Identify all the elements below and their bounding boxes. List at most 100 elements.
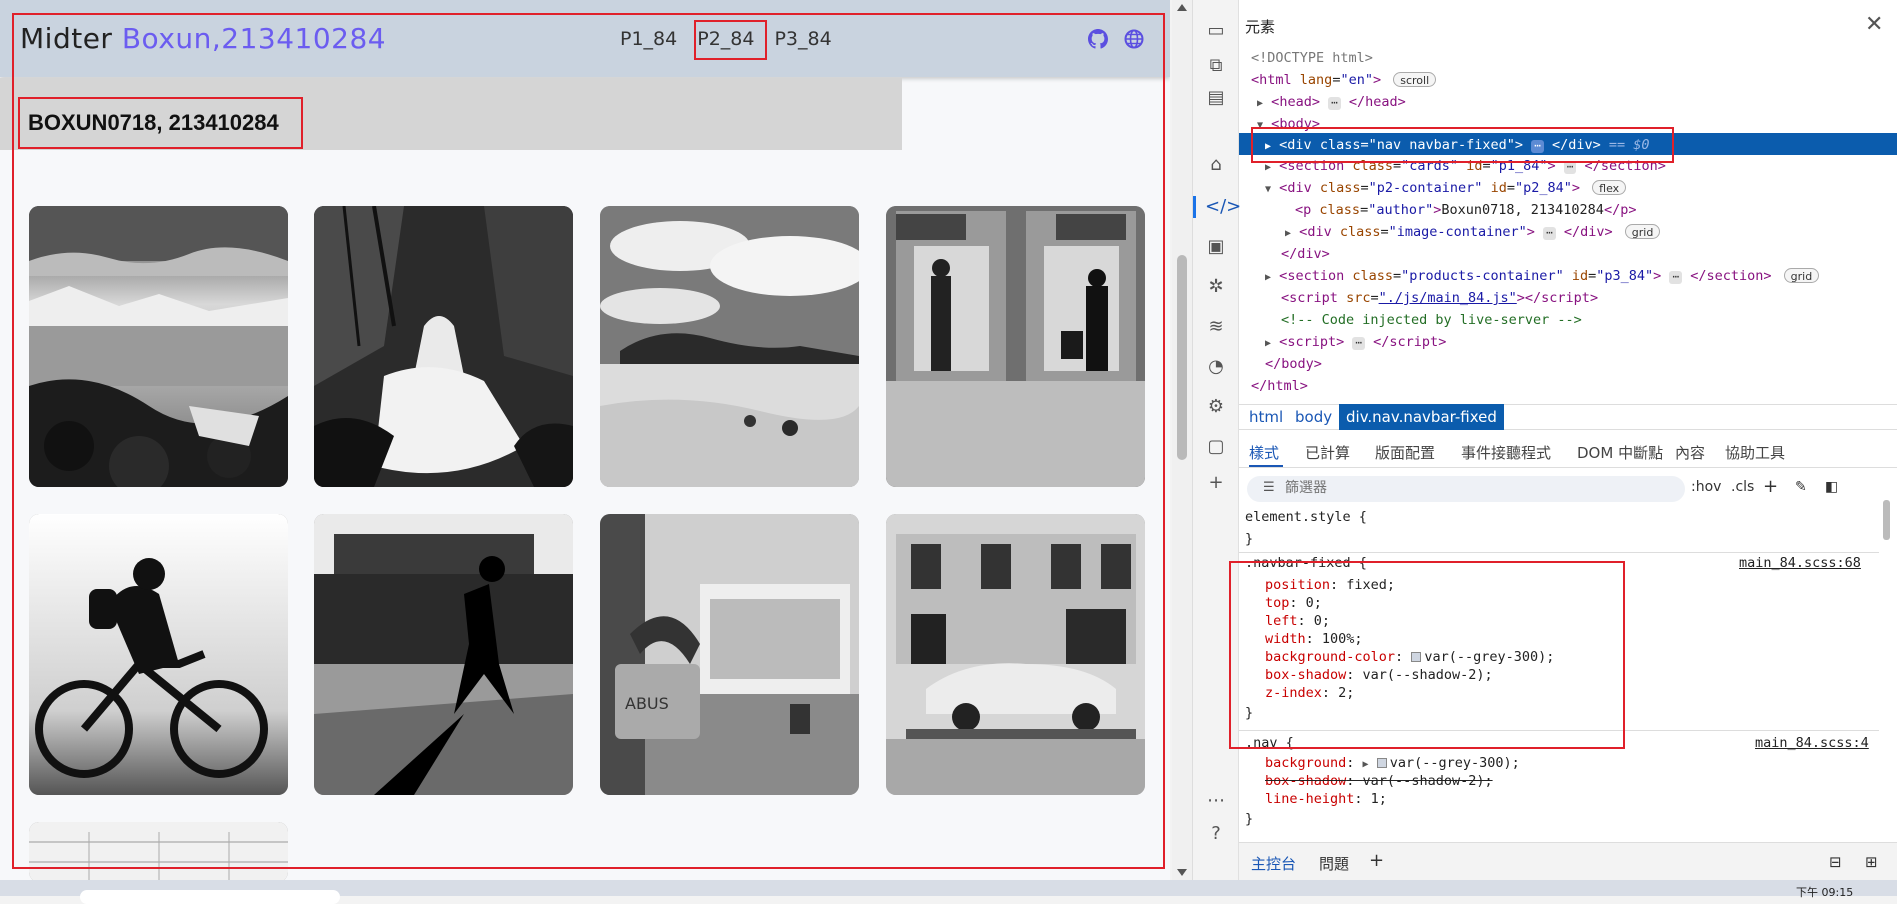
head-node[interactable]: ▶ <head> ⋯ </head>: [1257, 92, 1406, 113]
products-section-node[interactable]: ▶ <section class="products-container" id…: [1265, 266, 1820, 287]
page-scrollbar[interactable]: [1172, 0, 1192, 880]
network-wifi-icon[interactable]: ≋: [1205, 316, 1227, 338]
performance-icon[interactable]: ◔: [1205, 356, 1227, 378]
building-facade-photo[interactable]: [29, 822, 288, 880]
css-declaration[interactable]: left: 0;: [1265, 612, 1330, 630]
console-tool-icon[interactable]: ▣: [1205, 236, 1227, 258]
lake-ice-photo[interactable]: [29, 206, 288, 487]
nav-link-p3[interactable]: P3_84: [774, 28, 831, 50]
tab-event-listeners[interactable]: 事件接聽程式: [1461, 442, 1551, 463]
cyclist-silhouette-photo[interactable]: [29, 514, 288, 795]
tab-accessibility[interactable]: 協助工具: [1725, 442, 1785, 463]
cards-section-node[interactable]: ▶ <section class="cards" id="p1_84"> ⋯ <…: [1265, 156, 1666, 177]
ellipsis-badge[interactable]: ⋯: [1328, 97, 1341, 110]
grid-badge[interactable]: grid: [1624, 224, 1661, 239]
nav-selector[interactable]: .nav {: [1245, 734, 1294, 752]
color-swatch[interactable]: [1376, 758, 1387, 768]
undock-drawer-icon[interactable]: ⊞: [1865, 853, 1878, 871]
image-container-node[interactable]: ▶ <div class="image-container"> ⋯ </div>…: [1285, 222, 1661, 243]
walking-silhouette-photo[interactable]: [314, 514, 573, 795]
welcome-home-icon[interactable]: ⌂: [1205, 154, 1227, 176]
elevator-travelers-photo[interactable]: [886, 206, 1145, 487]
globe-icon[interactable]: [1124, 29, 1144, 49]
css-declaration[interactable]: z-index: 2;: [1265, 684, 1354, 702]
tab-dom-breakpoints[interactable]: DOM 中斷點: [1577, 442, 1663, 463]
css-declaration[interactable]: position: fixed;: [1265, 576, 1395, 594]
flex-badge[interactable]: flex: [1592, 180, 1627, 195]
more-options-icon[interactable]: ⋯: [1205, 790, 1227, 812]
rule1-source-link[interactable]: main_84.scss:68: [1739, 554, 1861, 572]
breadcrumb-html[interactable]: html: [1249, 408, 1283, 426]
live-server-comment[interactable]: <!-- Code injected by live-server -->: [1281, 310, 1582, 331]
dock-drawer-icon[interactable]: ⊟: [1829, 853, 1842, 871]
scroll-up-arrow-icon[interactable]: [1177, 4, 1187, 11]
new-rule-plus-icon[interactable]: +: [1763, 476, 1778, 497]
help-icon[interactable]: ?: [1205, 823, 1227, 845]
expand-triangle-icon[interactable]: ▶: [1257, 98, 1263, 109]
inspect-icon[interactable]: ⧉: [1205, 55, 1227, 77]
script-main-node[interactable]: <script src="./js/main_84.js"></script>: [1281, 288, 1598, 309]
expand-triangle-icon[interactable]: ▶: [1285, 228, 1291, 239]
device-emulation-icon[interactable]: ▭: [1205, 20, 1227, 42]
grid-badge[interactable]: grid: [1783, 268, 1820, 283]
collapse-triangle-icon[interactable]: ▼: [1257, 120, 1263, 131]
tab-layout[interactable]: 版面配置: [1375, 442, 1435, 463]
tab-issues[interactable]: 問題: [1319, 853, 1349, 874]
ellipsis-badge[interactable]: ⋯: [1352, 337, 1365, 350]
scroll-down-arrow-icon[interactable]: [1177, 869, 1187, 876]
html-node[interactable]: <html lang="en"> scroll: [1251, 70, 1437, 91]
github-icon[interactable]: [1088, 29, 1108, 49]
scroll-badge[interactable]: scroll: [1393, 72, 1437, 87]
padlock-plaza-photo[interactable]: ABUS: [600, 514, 859, 795]
sources-debug-icon[interactable]: ✲: [1205, 276, 1227, 298]
ellipsis-badge[interactable]: ⋯: [1669, 271, 1683, 284]
nav-link-p1[interactable]: P1_84: [620, 28, 677, 50]
script-node[interactable]: ▶ <script> ⋯ </script>: [1265, 332, 1446, 353]
styles-scrollbar[interactable]: [1880, 480, 1894, 826]
color-swatch[interactable]: [1411, 652, 1422, 662]
p2-container-node[interactable]: ▼ <div class="p2-container" id="p2_84"> …: [1265, 178, 1627, 199]
expand-triangle-icon[interactable]: ▶: [1265, 338, 1271, 349]
expand-triangle-icon[interactable]: ▶: [1265, 272, 1271, 283]
ellipsis-badge[interactable]: ⋯: [1531, 140, 1544, 153]
brand-title[interactable]: Midter Boxun,213410284: [20, 22, 386, 55]
expand-triangle-icon[interactable]: ▶: [1265, 141, 1271, 152]
nav-link-p2[interactable]: P2_84: [697, 28, 754, 50]
css-declaration[interactable]: background: ▶ var(--grey-300);: [1265, 754, 1520, 772]
navbar-fixed-selector[interactable]: .navbar-fixed {: [1245, 554, 1367, 572]
dock-icon[interactable]: ▤: [1205, 87, 1227, 109]
overridden-declaration[interactable]: box-shadow: var(--shadow-2);: [1265, 772, 1493, 790]
ellipsis-badge[interactable]: ⋯: [1543, 227, 1556, 240]
waterfall-photo[interactable]: [314, 206, 573, 487]
close-icon[interactable]: ✕: [1865, 12, 1883, 37]
add-drawer-tab-plus-icon[interactable]: +: [1369, 850, 1384, 871]
hover-state-toggle[interactable]: :hov: [1691, 479, 1721, 495]
css-declaration[interactable]: background-color: var(--grey-300);: [1265, 648, 1554, 666]
vintage-car-photo[interactable]: [886, 514, 1145, 795]
toggle-sidebar-icon[interactable]: ◧: [1825, 479, 1838, 495]
src-link[interactable]: "./js/main_84.js": [1379, 290, 1517, 306]
css-declaration[interactable]: width: 100%;: [1265, 630, 1363, 648]
expand-triangle-icon[interactable]: ▶: [1265, 162, 1271, 173]
application-icon[interactable]: ▢: [1205, 436, 1227, 458]
body-node[interactable]: ▼ <body>: [1257, 114, 1320, 135]
elements-tool-icon[interactable]: </>: [1205, 196, 1241, 218]
breadcrumb-selected[interactable]: div.nav.navbar-fixed: [1339, 404, 1504, 430]
styles-filter-input[interactable]: [1285, 478, 1665, 498]
author-p-node[interactable]: <p class="author">Boxun0718, 213410284</…: [1295, 200, 1636, 221]
desert-dunes-photo[interactable]: [600, 206, 859, 487]
ellipsis-badge[interactable]: ⋯: [1563, 161, 1577, 174]
class-toggle[interactable]: .cls: [1731, 479, 1754, 495]
taskbar-search-box[interactable]: [80, 890, 340, 904]
more-tools-plus-icon[interactable]: +: [1205, 472, 1227, 494]
navbar-div-node[interactable]: ▶ <div class="nav navbar-fixed"> ⋯ </div…: [1265, 135, 1650, 156]
tab-console[interactable]: 主控台: [1251, 853, 1296, 874]
rule2-source-link[interactable]: main_84.scss:4: [1755, 734, 1869, 752]
breadcrumb-body[interactable]: body: [1295, 408, 1332, 426]
tab-computed[interactable]: 已計算: [1305, 442, 1350, 463]
tab-styles[interactable]: 樣式: [1249, 442, 1279, 463]
css-declaration[interactable]: top: 0;: [1265, 594, 1322, 612]
element-style-selector[interactable]: element.style {: [1245, 508, 1367, 526]
tab-properties[interactable]: 內容: [1675, 442, 1705, 463]
settings-gear-icon[interactable]: ⚙: [1205, 396, 1227, 418]
